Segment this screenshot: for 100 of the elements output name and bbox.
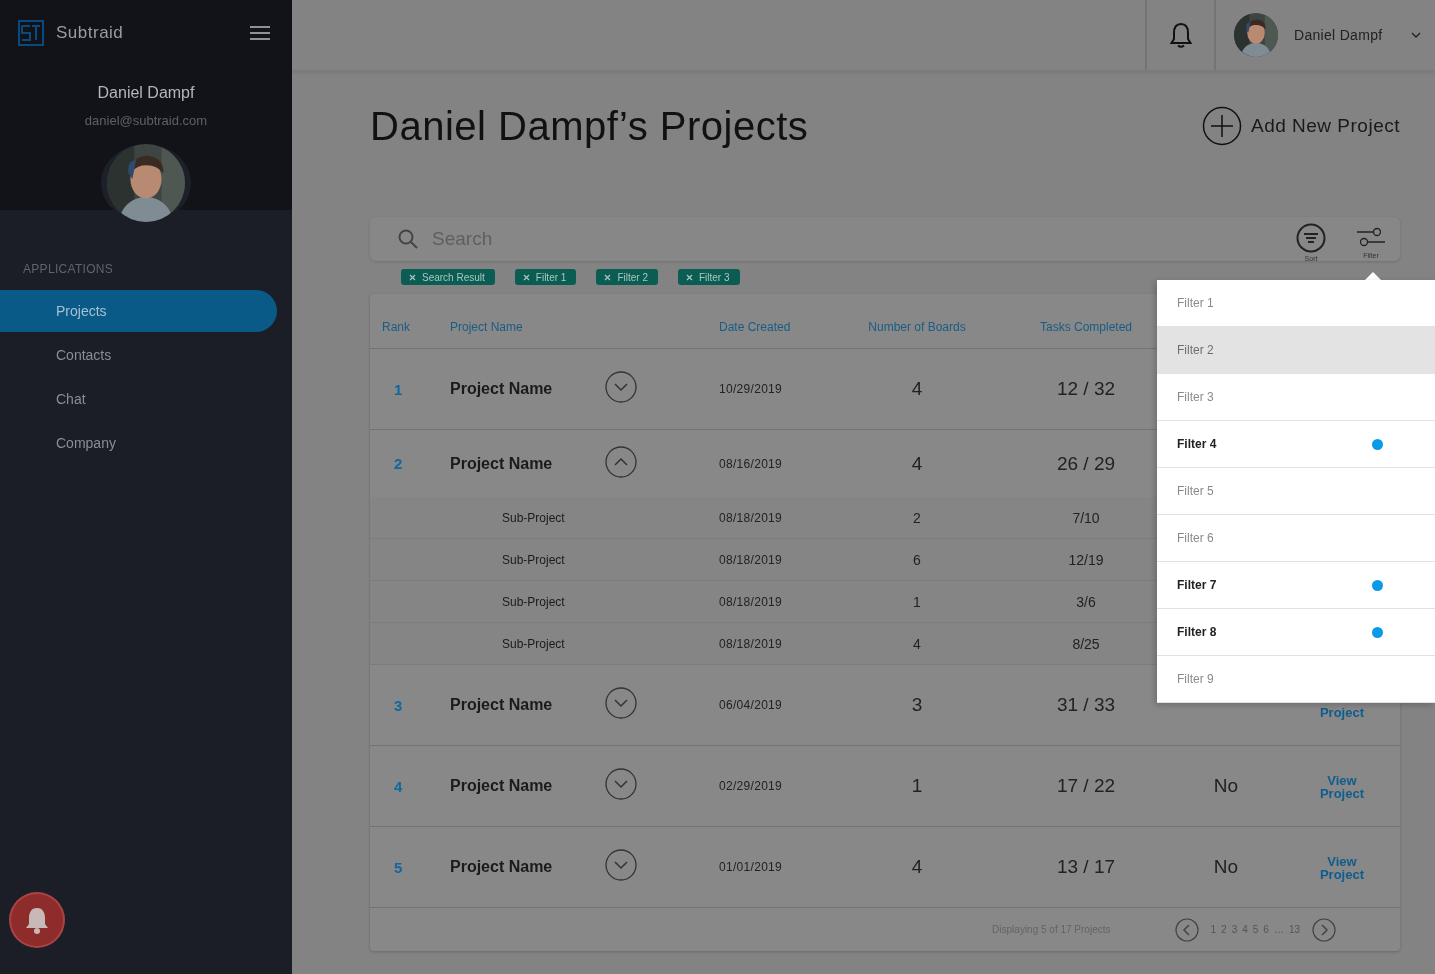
add-project-button[interactable]: Add New Project <box>1202 106 1400 146</box>
column-header[interactable]: Date Created <box>719 308 857 334</box>
rank-cell-text: 5 <box>393 858 404 876</box>
boards-cell: 2 <box>913 509 921 526</box>
view-project-link[interactable]: View Project <box>1282 853 1372 881</box>
close-icon <box>522 273 530 281</box>
filter-chip[interactable]: Search Result <box>401 269 495 285</box>
user-email: daniel@subtraid.com <box>84 113 208 128</box>
project-name: Project Name <box>450 777 554 795</box>
filter-option[interactable]: Filter 2 <box>1157 327 1435 374</box>
view-project-link[interactable]: View Project <box>1282 772 1372 800</box>
close-icon <box>685 273 693 281</box>
page-link[interactable]: … <box>1273 924 1284 935</box>
plus-icon <box>1202 106 1242 146</box>
filter-option[interactable]: Filter 6 <box>1157 515 1435 562</box>
column-header[interactable]: Rank <box>370 308 450 334</box>
tasks-cell: 26 / 29 <box>1056 452 1116 475</box>
filter-label: Filter 5 <box>1177 484 1214 498</box>
user-name[interactable]: Daniel Dampf <box>1294 27 1395 43</box>
date-cell-text: 08/18/2019 <box>719 636 784 651</box>
filter-label: Filter 1 <box>1177 296 1214 310</box>
user-name: Daniel Dampf <box>97 84 195 102</box>
tasks-cell: 31 / 33 <box>1056 694 1116 716</box>
status-cell: No <box>1213 856 1239 878</box>
brand-name: Subtraid <box>56 23 125 43</box>
close-icon <box>604 273 612 281</box>
nav-item[interactable]: Contacts <box>0 334 277 376</box>
logo-icon <box>18 20 44 46</box>
filter-label: Filter 8 <box>1177 625 1217 639</box>
filter-option[interactable]: Filter 8 <box>1157 609 1435 656</box>
tasks-cell: 7/10 <box>1072 509 1100 526</box>
selected-dot-icon <box>1372 438 1383 450</box>
bell-icon <box>24 906 50 934</box>
date-cell-text: 08/18/2019 <box>719 552 784 567</box>
filter-chip[interactable]: Filter 3 <box>677 269 740 285</box>
tasks-cell: 17 / 22 <box>1056 775 1116 797</box>
selected-dot-icon <box>1372 626 1383 638</box>
boards-cell: 4 <box>911 856 923 878</box>
nav-item[interactable]: Projects <box>0 290 277 332</box>
bell-icon[interactable] <box>1169 22 1192 48</box>
chevron-down-icon[interactable] <box>605 768 637 800</box>
nav-item[interactable]: Chat <box>0 378 277 420</box>
filter-option[interactable]: Filter 4 <box>1157 421 1435 468</box>
chevron-up-icon[interactable] <box>605 445 637 478</box>
date-cell-text: 08/18/2019 <box>719 594 784 609</box>
filter-label: Filter 3 <box>1177 390 1214 404</box>
project-name: Project Name <box>450 696 554 714</box>
date-cell-text: 01/01/2019 <box>719 860 784 874</box>
rank-cell-text: 4 <box>393 777 404 795</box>
date-cell-text: 06/04/2019 <box>719 698 784 712</box>
notification-button[interactable] <box>11 894 63 946</box>
filter-label: Filter 6 <box>1177 531 1214 545</box>
column-header[interactable]: Number of Boards <box>857 308 977 334</box>
status-cell: No <box>1213 775 1239 797</box>
sub-project-name: Sub-Project <box>501 510 566 525</box>
filter-option[interactable]: Filter 9 <box>1157 656 1435 703</box>
boards-cell: 4 <box>911 378 923 400</box>
menu-icon[interactable] <box>250 25 270 41</box>
chevron-down-icon[interactable] <box>605 849 637 881</box>
filter-label: Filter 7 <box>1177 578 1217 592</box>
filter-chip[interactable]: Filter 1 <box>514 269 577 285</box>
date-cell-text: 08/18/2019 <box>719 510 784 525</box>
tasks-cell: 3/6 <box>1076 593 1096 610</box>
search-icon <box>398 229 418 249</box>
chevron-down-icon[interactable] <box>605 371 637 403</box>
tasks-cell: 12/19 <box>1068 551 1104 568</box>
sub-project-name: Sub-Project <box>501 552 566 567</box>
sub-project-name: Sub-Project <box>501 636 566 651</box>
date-cell-text: 10/29/2019 <box>719 382 784 396</box>
filter-option[interactable]: Filter 3 <box>1157 374 1435 421</box>
chevron-down-icon[interactable] <box>1411 32 1421 38</box>
page-title: Daniel Dampf’s Projects <box>370 103 809 149</box>
date-cell-text: 08/16/2019 <box>719 456 784 471</box>
project-name: Project Name <box>450 454 554 473</box>
selected-dot-icon <box>1372 579 1383 591</box>
tasks-cell: 13 / 17 <box>1056 856 1116 878</box>
filter-label: Filter 4 <box>1177 437 1217 451</box>
section-heading: APPLICATIONS <box>23 262 115 276</box>
filter-chip[interactable]: Filter 2 <box>596 269 658 285</box>
boards-cell: 6 <box>913 551 921 568</box>
chevron-down-icon[interactable] <box>605 687 637 719</box>
filter-option[interactable]: Filter 1 <box>1157 280 1435 327</box>
boards-cell: 4 <box>913 635 921 652</box>
filter-option[interactable]: Filter 5 <box>1157 468 1435 515</box>
boards-cell: 1 <box>911 775 923 797</box>
date-cell-text: 02/29/2019 <box>719 779 784 793</box>
boards-cell: 3 <box>911 694 923 716</box>
close-icon <box>409 273 416 281</box>
rank-cell-text: 2 <box>393 455 404 472</box>
boards-cell: 1 <box>913 593 921 610</box>
filter-option[interactable]: Filter 7 <box>1157 562 1435 609</box>
project-name: Project Name <box>450 380 554 398</box>
nav-item[interactable]: Company <box>0 422 277 464</box>
project-name: Project Name <box>450 858 554 876</box>
next-page-button[interactable] <box>1312 917 1336 942</box>
column-header[interactable]: Project Name <box>450 308 605 334</box>
filter-label: Filter 2 <box>1177 343 1214 357</box>
previous-page-button[interactable] <box>1174 917 1199 942</box>
rank-cell-text: 1 <box>393 380 404 398</box>
tasks-cell: 12 / 32 <box>1056 378 1116 400</box>
